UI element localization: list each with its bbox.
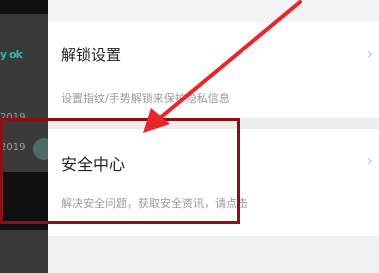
- annotation-arrow-icon: [143, 0, 302, 133]
